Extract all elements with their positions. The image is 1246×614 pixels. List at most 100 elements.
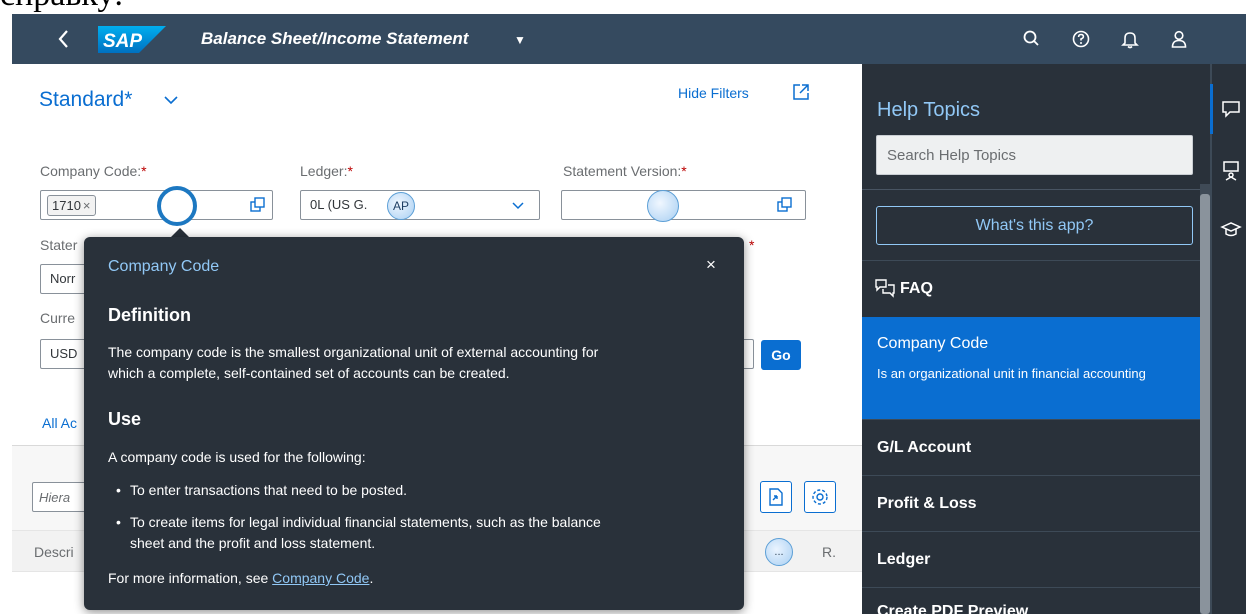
variant-chevron-icon[interactable]	[163, 94, 179, 106]
help-title: Help Topics	[877, 99, 981, 121]
statement-version-label-text: Statement Version:	[563, 163, 682, 179]
company-code-label: Company Code:*	[40, 162, 147, 180]
shell-bar: SAP Balance Sheet/Income Statement ▼	[12, 14, 1246, 64]
help-panel: Help Topics Search Help Topics What's th…	[862, 64, 1210, 614]
bullet-marker: •	[116, 514, 121, 530]
company-code-popover: Company Code × Definition The company co…	[84, 237, 744, 610]
back-icon	[58, 30, 68, 48]
user-button[interactable]	[1167, 27, 1191, 51]
bullet-text-line1: To create items for legal individual fin…	[130, 514, 601, 530]
help-item-faq[interactable]: FAQ	[862, 260, 1200, 317]
bullet-marker: •	[116, 482, 121, 498]
definition-text-line2: which a complete, self-contained set of …	[108, 365, 510, 381]
guided-tour-icon[interactable]	[1220, 159, 1242, 181]
sap-logo-text: SAP	[103, 31, 142, 52]
whats-this-app-label: What's this app?	[975, 217, 1094, 234]
settings-button[interactable]	[804, 481, 836, 513]
learning-icon[interactable]	[1220, 218, 1242, 240]
hide-filters-link[interactable]: Hide Filters	[678, 84, 749, 102]
help-button[interactable]	[1069, 27, 1093, 51]
ledger-label-text: Ledger:	[300, 163, 348, 179]
token-remove-icon[interactable]: ×	[83, 198, 91, 213]
notifications-button[interactable]	[1118, 27, 1142, 51]
company-code-token[interactable]: 1710 ×	[47, 195, 96, 216]
side-rail	[1210, 64, 1246, 614]
definition-heading: Definition	[108, 305, 191, 325]
use-bullet-2: • To create items for legal individual fi…	[116, 512, 716, 554]
share-icon[interactable]	[791, 82, 811, 102]
caption-strip: справку:	[0, 0, 1246, 14]
search-button[interactable]	[1020, 27, 1044, 51]
sap-logo[interactable]: SAP	[98, 26, 166, 53]
help-item-title: FAQ	[900, 280, 933, 297]
app-title[interactable]: Balance Sheet/Income Statement	[201, 29, 468, 49]
chevron-down-icon[interactable]	[511, 201, 525, 211]
search-placeholder: Hiera	[39, 490, 71, 505]
help-search-placeholder: Search Help Topics	[887, 147, 1016, 164]
whats-this-app-button[interactable]: What's this app?	[876, 206, 1193, 245]
help-item-title: G/L Account	[877, 439, 972, 456]
ledger-select[interactable]: 0L (US G.	[300, 190, 540, 220]
company-code-link[interactable]: Company Code	[272, 570, 369, 586]
use-bullet-1: • To enter transactions that need to be p…	[116, 480, 716, 501]
help-icon	[1072, 30, 1090, 48]
popover-title: Company Code	[108, 258, 220, 275]
chat-icon[interactable]	[1220, 98, 1242, 120]
statement-version-label: Statement Version:*	[563, 162, 687, 180]
help-item-title: Ledger	[877, 551, 931, 568]
column-description[interactable]: Descri	[34, 544, 74, 560]
required-marker-partial: *	[749, 236, 754, 254]
bullet-text-line2: sheet and the profit and loss statement.	[130, 535, 376, 551]
variant-selector[interactable]: Standard*	[39, 86, 132, 114]
help-item-profit-loss[interactable]: Profit & Loss	[862, 475, 1200, 531]
help-scrollbar-thumb[interactable]	[1200, 194, 1210, 614]
bell-icon	[1121, 32, 1139, 49]
required-marker: *	[347, 163, 353, 179]
token-text: 1710	[52, 198, 81, 213]
click-indicator-ring	[647, 190, 679, 222]
gear-icon	[812, 489, 828, 505]
help-item-title: Profit & Loss	[877, 495, 977, 512]
rail-active-indicator	[1210, 84, 1213, 134]
faq-icon	[875, 279, 895, 298]
export-button[interactable]	[760, 481, 792, 513]
help-item-subtitle: Is an organizational unit in financial a…	[877, 366, 1146, 381]
bullet-text: To enter transactions that need to be po…	[130, 482, 408, 498]
go-button[interactable]: Go	[761, 340, 801, 370]
more-info-suffix: .	[369, 570, 374, 586]
tab-all-accounts[interactable]: All Ac	[42, 415, 77, 431]
help-item-create-pdf-preview[interactable]: Create PDF Preview	[862, 587, 1200, 614]
definition-text-line1: The company code is the smallest organiz…	[108, 344, 599, 360]
click-indicator-ring	[157, 186, 197, 226]
more-info-prefix: For more information, see	[108, 570, 273, 586]
search-icon	[1023, 30, 1039, 46]
help-item-company-code[interactable]: Company Code Is an organizational unit i…	[862, 317, 1200, 419]
divider	[1210, 64, 1212, 614]
back-button[interactable]	[52, 25, 76, 53]
required-marker: *	[681, 163, 687, 179]
title-dropdown-icon[interactable]: ▼	[514, 30, 526, 50]
caption-text: справку:	[0, 0, 123, 12]
help-item-title: Company Code	[877, 335, 989, 352]
ledger-overlay-indicator: AP	[387, 192, 415, 220]
required-marker: *	[749, 237, 755, 253]
company-code-label-text: Company Code:	[40, 163, 142, 179]
statement-type-value: Norr	[50, 271, 76, 286]
currency-value: USD	[50, 346, 78, 361]
help-search-input[interactable]: Search Help Topics	[876, 135, 1193, 175]
use-intro: A company code is used for the following…	[108, 449, 366, 465]
column-more-indicator[interactable]: ...	[765, 538, 793, 566]
column-r[interactable]: R.	[822, 544, 836, 560]
export-icon	[769, 488, 783, 506]
close-icon[interactable]: ×	[706, 255, 716, 275]
help-item-gl-account[interactable]: G/L Account	[862, 419, 1200, 475]
ledger-label: Ledger:*	[300, 162, 353, 180]
statement-version-input[interactable]	[561, 190, 806, 220]
value-help-icon[interactable]	[776, 196, 794, 214]
required-marker: *	[141, 163, 147, 179]
divider	[862, 189, 1200, 190]
help-item-ledger[interactable]: Ledger	[862, 531, 1200, 587]
value-help-icon[interactable]	[249, 196, 267, 214]
currency-label: Curre	[40, 310, 76, 326]
user-icon	[1171, 30, 1187, 48]
